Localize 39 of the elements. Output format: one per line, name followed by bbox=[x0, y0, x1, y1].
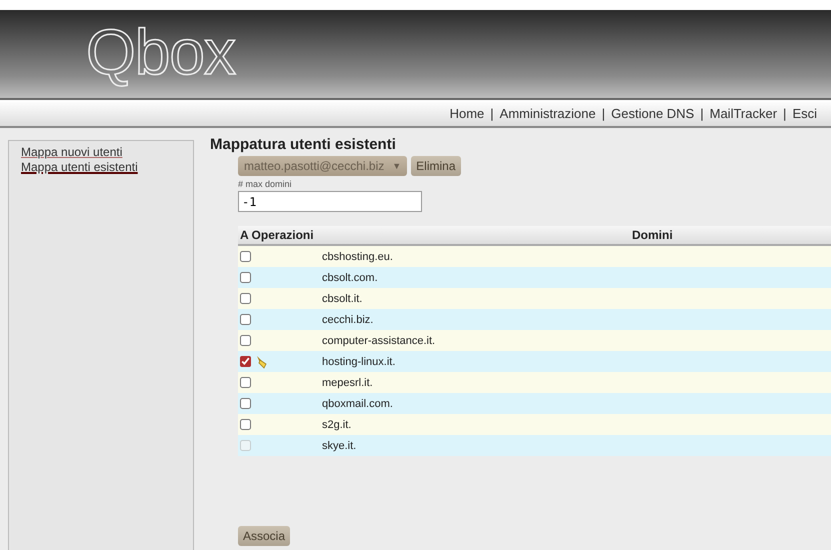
checkbox[interactable] bbox=[240, 293, 251, 304]
sidebar-link[interactable]: Mappa utenti esistenti bbox=[21, 160, 138, 175]
nav-link[interactable]: Amministrazione bbox=[500, 106, 596, 120]
checkbox[interactable] bbox=[240, 335, 251, 346]
sidebar-link[interactable]: Mappa nuovi utenti bbox=[21, 145, 122, 160]
domain-cell-text: computer-assistance.it. bbox=[322, 334, 436, 346]
checkbox[interactable] bbox=[240, 419, 251, 430]
delete-button[interactable]: Elimina bbox=[411, 156, 461, 176]
checkbox[interactable] bbox=[240, 377, 251, 388]
domain-cell-text: hosting-linux.it. bbox=[322, 356, 396, 368]
nav-separator: | bbox=[783, 106, 786, 120]
nav-link[interactable]: Esci bbox=[792, 106, 817, 120]
checkbox[interactable] bbox=[240, 356, 251, 367]
checkbox[interactable] bbox=[240, 314, 251, 325]
domain-cell-text: qboxmail.com. bbox=[322, 398, 394, 410]
domain-cell-text: mepesrl.it. bbox=[322, 376, 374, 388]
input-field[interactable]: -1 bbox=[238, 191, 422, 212]
caret-icon: ▼ bbox=[392, 161, 402, 171]
nav-link[interactable]: MailTracker bbox=[710, 106, 778, 120]
nav-link[interactable]: Gestione DNS bbox=[611, 106, 694, 120]
domain-cell-text: cbshosting.eu. bbox=[322, 250, 394, 262]
domain-cell-text: skye.it. bbox=[322, 440, 358, 452]
checkbox[interactable] bbox=[240, 272, 251, 283]
nav-separator: | bbox=[602, 106, 606, 120]
column-header: A Operazioni bbox=[239, 228, 315, 242]
domain-cell-text: cbsolt.it. bbox=[322, 292, 364, 304]
checkbox[interactable] bbox=[240, 398, 251, 409]
domain-cell-text: cbsolt.com. bbox=[322, 272, 379, 284]
field-label: # max domini bbox=[238, 179, 293, 189]
associate-button[interactable]: Associa bbox=[238, 526, 290, 546]
checkbox[interactable] bbox=[240, 251, 251, 262]
brush-icon[interactable] bbox=[255, 354, 269, 368]
nav-separator: | bbox=[700, 106, 704, 120]
column-header: Domini bbox=[631, 228, 674, 242]
nav-separator: | bbox=[490, 106, 494, 120]
nav-link[interactable]: Home bbox=[450, 106, 484, 120]
page-title: Mappatura utenti esistenti bbox=[210, 136, 397, 153]
domain-cell-text: cecchi.biz. bbox=[322, 314, 374, 326]
domain-cell-text: s2g.it. bbox=[322, 418, 352, 430]
